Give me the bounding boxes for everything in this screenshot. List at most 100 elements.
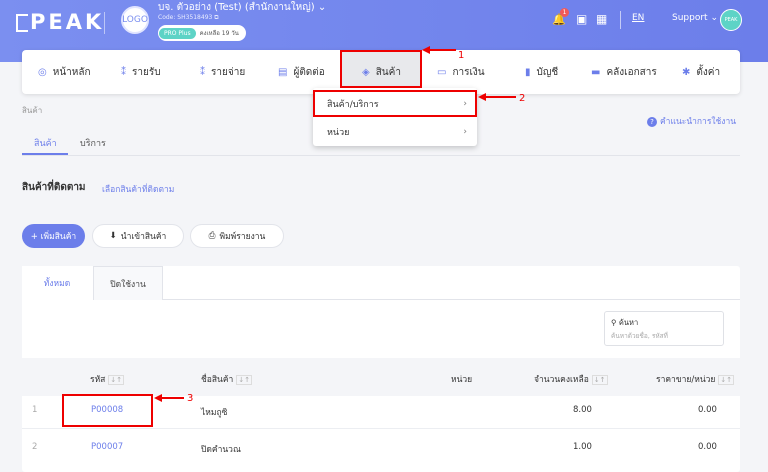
tab-services[interactable]: บริการ: [80, 136, 106, 150]
menu-item-label: หน่วย: [327, 128, 350, 138]
column-price[interactable]: ราคาขาย/หน่วย ↓↑: [656, 372, 735, 386]
support-menu[interactable]: Support ⌄: [672, 13, 718, 23]
product-qty: 1.00: [573, 442, 592, 452]
arrowhead-2: [478, 93, 486, 101]
annotation-number-1: 1: [458, 50, 465, 61]
document-icon[interactable]: ▣: [576, 12, 587, 26]
list-tab-disabled[interactable]: ปิดใช้งาน: [93, 266, 163, 300]
annotation-number-3: 3: [187, 393, 194, 404]
chevron-down-icon: ⌄: [317, 2, 327, 13]
language-switch[interactable]: EN: [632, 13, 644, 23]
income-icon: ⁑: [121, 66, 126, 78]
search-label: ⚲ ค้นหา: [611, 317, 638, 329]
column-name[interactable]: ชื่อสินค้า ↓↑: [201, 372, 253, 386]
import-label: นำเข้าสินค้า: [120, 232, 167, 242]
folder-icon: ▬: [591, 66, 601, 78]
copy-icon[interactable]: ⧉: [214, 14, 218, 21]
nav-label: สินค้า: [375, 66, 401, 78]
sort-icon[interactable]: ↓↑: [591, 375, 608, 385]
search-label-text: ค้นหา: [618, 318, 639, 327]
dashboard-icon: ◎: [38, 66, 47, 78]
menu-item-products-services[interactable]: สินค้า/บริการ ›: [313, 91, 477, 117]
menu-item-units[interactable]: หน่วย ›: [313, 119, 477, 145]
select-tracked-products-link[interactable]: เลือกสินค้าที่ติดตาม: [102, 182, 174, 196]
nav-accounting[interactable]: ▮ บัญชี: [525, 50, 558, 94]
chevron-down-icon: ⌄: [710, 13, 718, 23]
print-report-button[interactable]: ⎙ พิมพ์รายงาน: [190, 224, 284, 248]
list-tab-all[interactable]: ทั้งหมด: [22, 266, 92, 300]
chevron-right-icon: ›: [463, 127, 467, 137]
header-divider: [104, 12, 105, 34]
annotation-number-2: 2: [519, 93, 526, 104]
org-logo[interactable]: LOGO: [121, 6, 149, 34]
sort-icon[interactable]: ↓↑: [108, 375, 125, 385]
import-icon: ⬇: [109, 231, 117, 241]
support-label: Support: [672, 13, 708, 23]
product-price: 0.00: [698, 405, 717, 415]
column-label: ราคาขาย/หน่วย: [656, 375, 716, 385]
plan-name: PRO Plus: [159, 27, 196, 39]
finance-icon: ▭: [437, 66, 447, 78]
product-box-icon: ◈: [362, 66, 370, 78]
products-dropdown-menu: สินค้า/บริการ › หน่วย ›: [313, 88, 477, 146]
column-label: รหัส: [90, 375, 106, 385]
product-code-link[interactable]: P00008: [91, 405, 123, 415]
nav-label: ผู้ติดต่อ: [293, 66, 325, 78]
menu-item-label: สินค้า/บริการ: [327, 100, 379, 110]
avatar-text: PEAK: [724, 17, 738, 23]
column-code[interactable]: รหัส ↓↑: [90, 372, 125, 386]
plan-remaining: คงเหลือ 19 วัน: [199, 30, 239, 37]
notification-count-badge: 1: [560, 8, 569, 17]
nav-income[interactable]: ⁑ รายรับ: [121, 50, 161, 94]
org-name: บจ. ตัวอย่าง (Test) (สำนักงานใหญ่): [158, 2, 315, 13]
product-price: 0.00: [698, 442, 717, 452]
nav-label: การเงิน: [452, 66, 485, 78]
nav-label: บัญชี: [536, 66, 559, 78]
expense-icon: ⁑: [200, 66, 205, 78]
printer-icon: ⎙: [208, 231, 216, 241]
row-index: 1: [32, 405, 38, 415]
search-input[interactable]: ค้นหาด้วยชื่อ, รหัสที่: [611, 331, 668, 341]
org-code-text: Code: SH3518493: [158, 14, 213, 21]
nav-settings[interactable]: ✱ ตั้งค่า: [682, 50, 720, 94]
nav-documents[interactable]: ▬ คลังเอกสาร: [591, 50, 657, 94]
settings-gear-icon: ✱: [682, 66, 691, 78]
logo-frame-icon: [16, 14, 28, 32]
contact-icon: ▤: [278, 66, 288, 78]
apps-grid-icon[interactable]: ▦: [596, 12, 607, 26]
org-switcher[interactable]: บจ. ตัวอย่าง (Test) (สำนักงานใหญ่) ⌄: [158, 0, 326, 15]
add-product-button[interactable]: + เพิ่มสินค้า: [22, 224, 85, 248]
tab-products[interactable]: สินค้า: [34, 136, 57, 150]
search-box[interactable]: ⚲ ค้นหา ค้นหาด้วยชื่อ, รหัสที่: [604, 311, 724, 346]
usage-guide-link[interactable]: ? คำแนะนำการใช้งาน: [647, 114, 736, 128]
peak-logo[interactable]: PEAK: [16, 10, 104, 34]
sort-icon[interactable]: ↓↑: [236, 375, 253, 385]
accounting-book-icon: ▮: [525, 66, 531, 78]
product-name: ปิดคำนวณ: [201, 445, 241, 455]
user-avatar[interactable]: PEAK: [720, 9, 742, 31]
nav-home[interactable]: ◎ หน้าหลัก: [38, 50, 91, 94]
logo-text: PEAK: [30, 10, 105, 34]
column-qty[interactable]: จำนวนคงเหลือ ↓↑: [534, 372, 608, 386]
table-header: [22, 358, 740, 396]
section-title: สินค้าที่ติดตาม: [22, 182, 86, 193]
nav-label: หน้าหลัก: [52, 66, 91, 78]
search-icon: ⚲: [611, 318, 617, 327]
active-tab-indicator: [22, 153, 68, 155]
plan-badge[interactable]: PRO Plus คงเหลือ 19 วัน: [158, 25, 246, 41]
product-name: ไหมถูซิ: [201, 408, 228, 418]
product-code-link[interactable]: P00007: [91, 442, 123, 452]
product-qty: 8.00: [573, 405, 592, 415]
column-label: ชื่อสินค้า: [201, 375, 234, 385]
chevron-right-icon: ›: [463, 99, 467, 109]
nav-expense[interactable]: ⁑ รายจ่าย: [200, 50, 245, 94]
nav-label: คลังเอกสาร: [606, 66, 657, 78]
breadcrumb: สินค้า: [22, 106, 43, 115]
nav-label: ตั้งค่า: [696, 66, 721, 78]
import-products-button[interactable]: ⬇ นำเข้าสินค้า: [92, 224, 184, 248]
row-index: 2: [32, 442, 38, 452]
nav-label: รายรับ: [132, 66, 161, 78]
print-label: พิมพ์รายงาน: [219, 232, 266, 242]
column-unit: หน่วย: [451, 375, 473, 385]
sort-icon[interactable]: ↓↑: [718, 375, 735, 385]
